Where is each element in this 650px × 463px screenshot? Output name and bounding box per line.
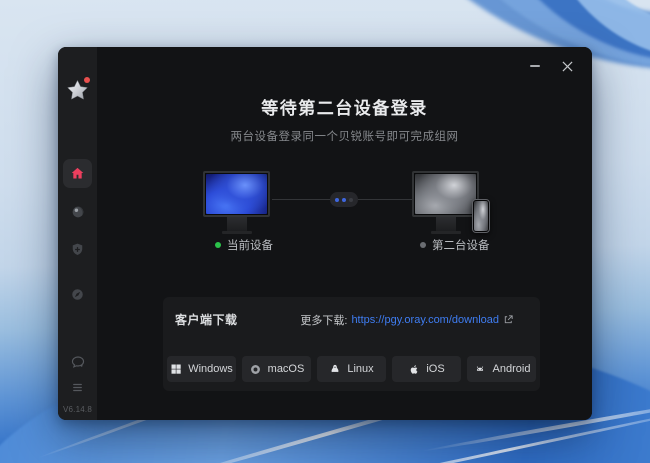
current-device-screen <box>206 174 267 214</box>
network-icon <box>70 204 86 220</box>
sidebar-item-feedback[interactable] <box>63 347 92 376</box>
download-linux-button[interactable]: Linux <box>317 356 386 382</box>
monitor-stand-base <box>431 231 461 234</box>
app-window: V6.14.8 等待第二台设备登录 两台设备登录同一个贝锐账号即可完成组网 <box>58 47 592 420</box>
shield-icon <box>70 242 85 257</box>
platform-label: iOS <box>426 363 444 375</box>
waiting-status-dot <box>420 242 426 248</box>
minimize-button[interactable] <box>522 55 548 77</box>
main-panel: 等待第二台设备登录 两台设备登录同一个贝锐账号即可完成组网 <box>97 47 592 420</box>
second-device-screen <box>415 174 476 214</box>
connection-status-pill <box>330 192 358 207</box>
menu-icon <box>70 380 85 395</box>
android-icon <box>473 363 487 375</box>
download-android-button[interactable]: Android <box>467 356 536 382</box>
current-device-text: 当前设备 <box>227 237 273 253</box>
platform-label: macOS <box>268 363 305 375</box>
sidebar-item-network[interactable] <box>63 197 92 226</box>
close-button[interactable] <box>554 55 580 77</box>
external-link-icon[interactable] <box>503 314 514 325</box>
macos-icon <box>249 363 262 376</box>
page-subtitle: 两台设备登录同一个贝锐账号即可完成组网 <box>97 128 592 144</box>
current-device-image <box>203 171 270 217</box>
download-card: 客户端下载 更多下载: https://pgy.oray.com/downloa… <box>163 297 540 391</box>
linux-icon <box>329 363 341 376</box>
sidebar-item-menu[interactable] <box>63 373 92 402</box>
home-icon <box>70 166 85 181</box>
loading-dot <box>342 198 346 202</box>
download-title: 客户端下载 <box>175 311 238 328</box>
download-header: 客户端下载 更多下载: https://pgy.oray.com/downloa… <box>175 311 514 328</box>
sidebar-item-discover[interactable] <box>63 280 92 309</box>
apple-icon <box>408 363 420 376</box>
download-ios-button[interactable]: iOS <box>392 356 461 382</box>
download-link[interactable]: https://pgy.oray.com/download <box>351 314 499 326</box>
platform-label: Android <box>493 363 531 375</box>
monitor-stand <box>436 217 456 231</box>
app-logo[interactable] <box>58 77 97 107</box>
monitor-stand-base <box>222 231 252 234</box>
second-device-label: 第二台设备 <box>420 237 490 253</box>
notification-dot <box>84 77 90 83</box>
desktop-wallpaper: V6.14.8 等待第二台设备登录 两台设备登录同一个贝锐账号即可完成组网 <box>0 0 650 463</box>
app-version: V6.14.8 <box>58 405 97 414</box>
windows-icon <box>170 363 182 375</box>
more-downloads-label: 更多下载: <box>300 312 347 328</box>
monitor-stand <box>227 217 247 231</box>
current-device-label: 当前设备 <box>215 237 273 253</box>
close-icon <box>562 61 573 72</box>
loading-dot <box>349 198 353 202</box>
loading-dot <box>335 198 339 202</box>
page-title: 等待第二台设备登录 <box>97 94 592 119</box>
download-windows-button[interactable]: Windows <box>167 356 236 382</box>
sidebar: V6.14.8 <box>58 47 97 420</box>
compass-icon <box>70 287 85 302</box>
platform-buttons: Windows macOS Linux <box>167 356 536 382</box>
minimize-icon <box>530 65 540 67</box>
platform-label: Windows <box>188 363 233 375</box>
platform-label: Linux <box>347 363 373 375</box>
sidebar-item-security[interactable] <box>63 235 92 264</box>
download-macos-button[interactable]: macOS <box>242 356 311 382</box>
more-downloads: 更多下载: https://pgy.oray.com/download <box>300 312 514 328</box>
phone-image <box>472 199 490 233</box>
sidebar-item-home[interactable] <box>63 159 92 188</box>
second-device-text: 第二台设备 <box>432 237 490 253</box>
second-device-image <box>412 171 479 217</box>
phone-screen <box>474 201 488 231</box>
online-status-dot <box>215 242 221 248</box>
chat-icon <box>70 354 86 370</box>
